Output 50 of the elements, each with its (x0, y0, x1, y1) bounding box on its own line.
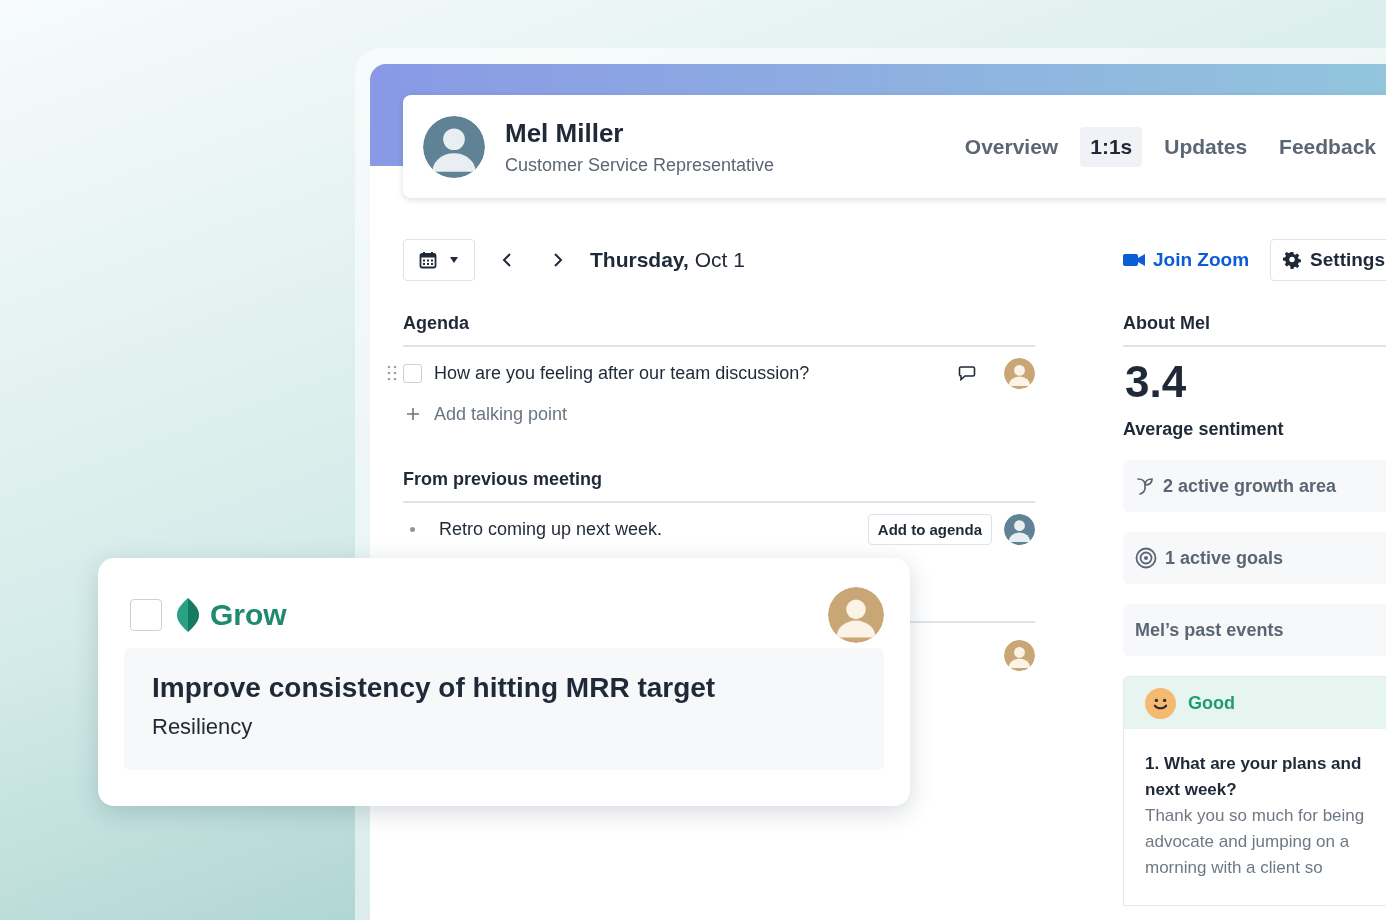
section-heading: Agenda (403, 313, 1035, 347)
join-zoom-link[interactable]: Join Zoom (1123, 249, 1250, 271)
avatar-icon (423, 115, 485, 178)
caret-icon (449, 256, 459, 264)
sentiment-label: Average sentiment (1123, 419, 1285, 440)
nav-tab[interactable]: 1:1s (1080, 126, 1143, 167)
summary-link[interactable]: 1 active goals (1123, 532, 1386, 584)
add-label: Add talking point (434, 403, 568, 425)
avatar-icon (1004, 357, 1035, 389)
previous-item: Retro coming up next week. (439, 518, 664, 540)
previous-icon[interactable] (501, 252, 513, 268)
answer-text: Thank you so much for being advocate and jumping on a morning with a client so (1145, 805, 1366, 879)
summary-link[interactable]: 2 active growth area (1123, 460, 1386, 512)
avatar-icon (1004, 639, 1035, 671)
nav-tab[interactable]: Feedback (1269, 126, 1386, 167)
sprout-icon (1135, 476, 1155, 496)
target-icon (1135, 547, 1157, 569)
calendar-dropdown[interactable] (403, 239, 475, 281)
calendar-icon (419, 251, 437, 269)
drag-handle-icon[interactable] (387, 365, 397, 381)
profile-name: Mel Miller (505, 117, 625, 149)
nav-tab[interactable]: Updates (1154, 126, 1258, 167)
checkbox[interactable] (130, 599, 162, 631)
summary-link[interactable]: Mel’s past events (1123, 604, 1386, 656)
talking-point: How are you feeling after our team discussion? (434, 362, 811, 384)
sentiment-rating: Good (1188, 692, 1235, 714)
question-text: 1. What are your plans and next week? (1145, 753, 1363, 801)
profile-role: Customer Service Representative (505, 154, 775, 176)
add-talking-point-button[interactable]: Add talking point (403, 399, 1035, 429)
settings-icon (1283, 251, 1302, 269)
meeting-date: Thursday, Oct 1 (590, 248, 745, 272)
goal-title: Improve consistency of hitting MRR target (152, 672, 717, 704)
smiley-icon (1145, 687, 1176, 719)
section-heading: About Mel (1123, 313, 1386, 347)
bullet-icon (410, 526, 415, 532)
avatar-icon (1004, 513, 1035, 545)
checkbox[interactable] (403, 363, 422, 383)
video-camera-icon (1123, 253, 1145, 267)
comment-icon[interactable] (958, 365, 976, 381)
goal-subtitle: Resiliency (152, 714, 254, 740)
section-heading: From previous meeting (403, 469, 1035, 503)
leaf-icon (176, 597, 200, 633)
sentiment-score: 3.4 (1124, 357, 1188, 407)
goal-category: Grow (210, 598, 287, 632)
settings-button[interactable]: Settings (1270, 239, 1386, 281)
next-icon[interactable] (552, 252, 564, 268)
plus-icon (406, 407, 420, 421)
avatar-icon (828, 587, 884, 643)
add-to-agenda-button[interactable]: Add to agenda (867, 513, 992, 545)
nav-tab[interactable]: Overview (954, 126, 1069, 167)
